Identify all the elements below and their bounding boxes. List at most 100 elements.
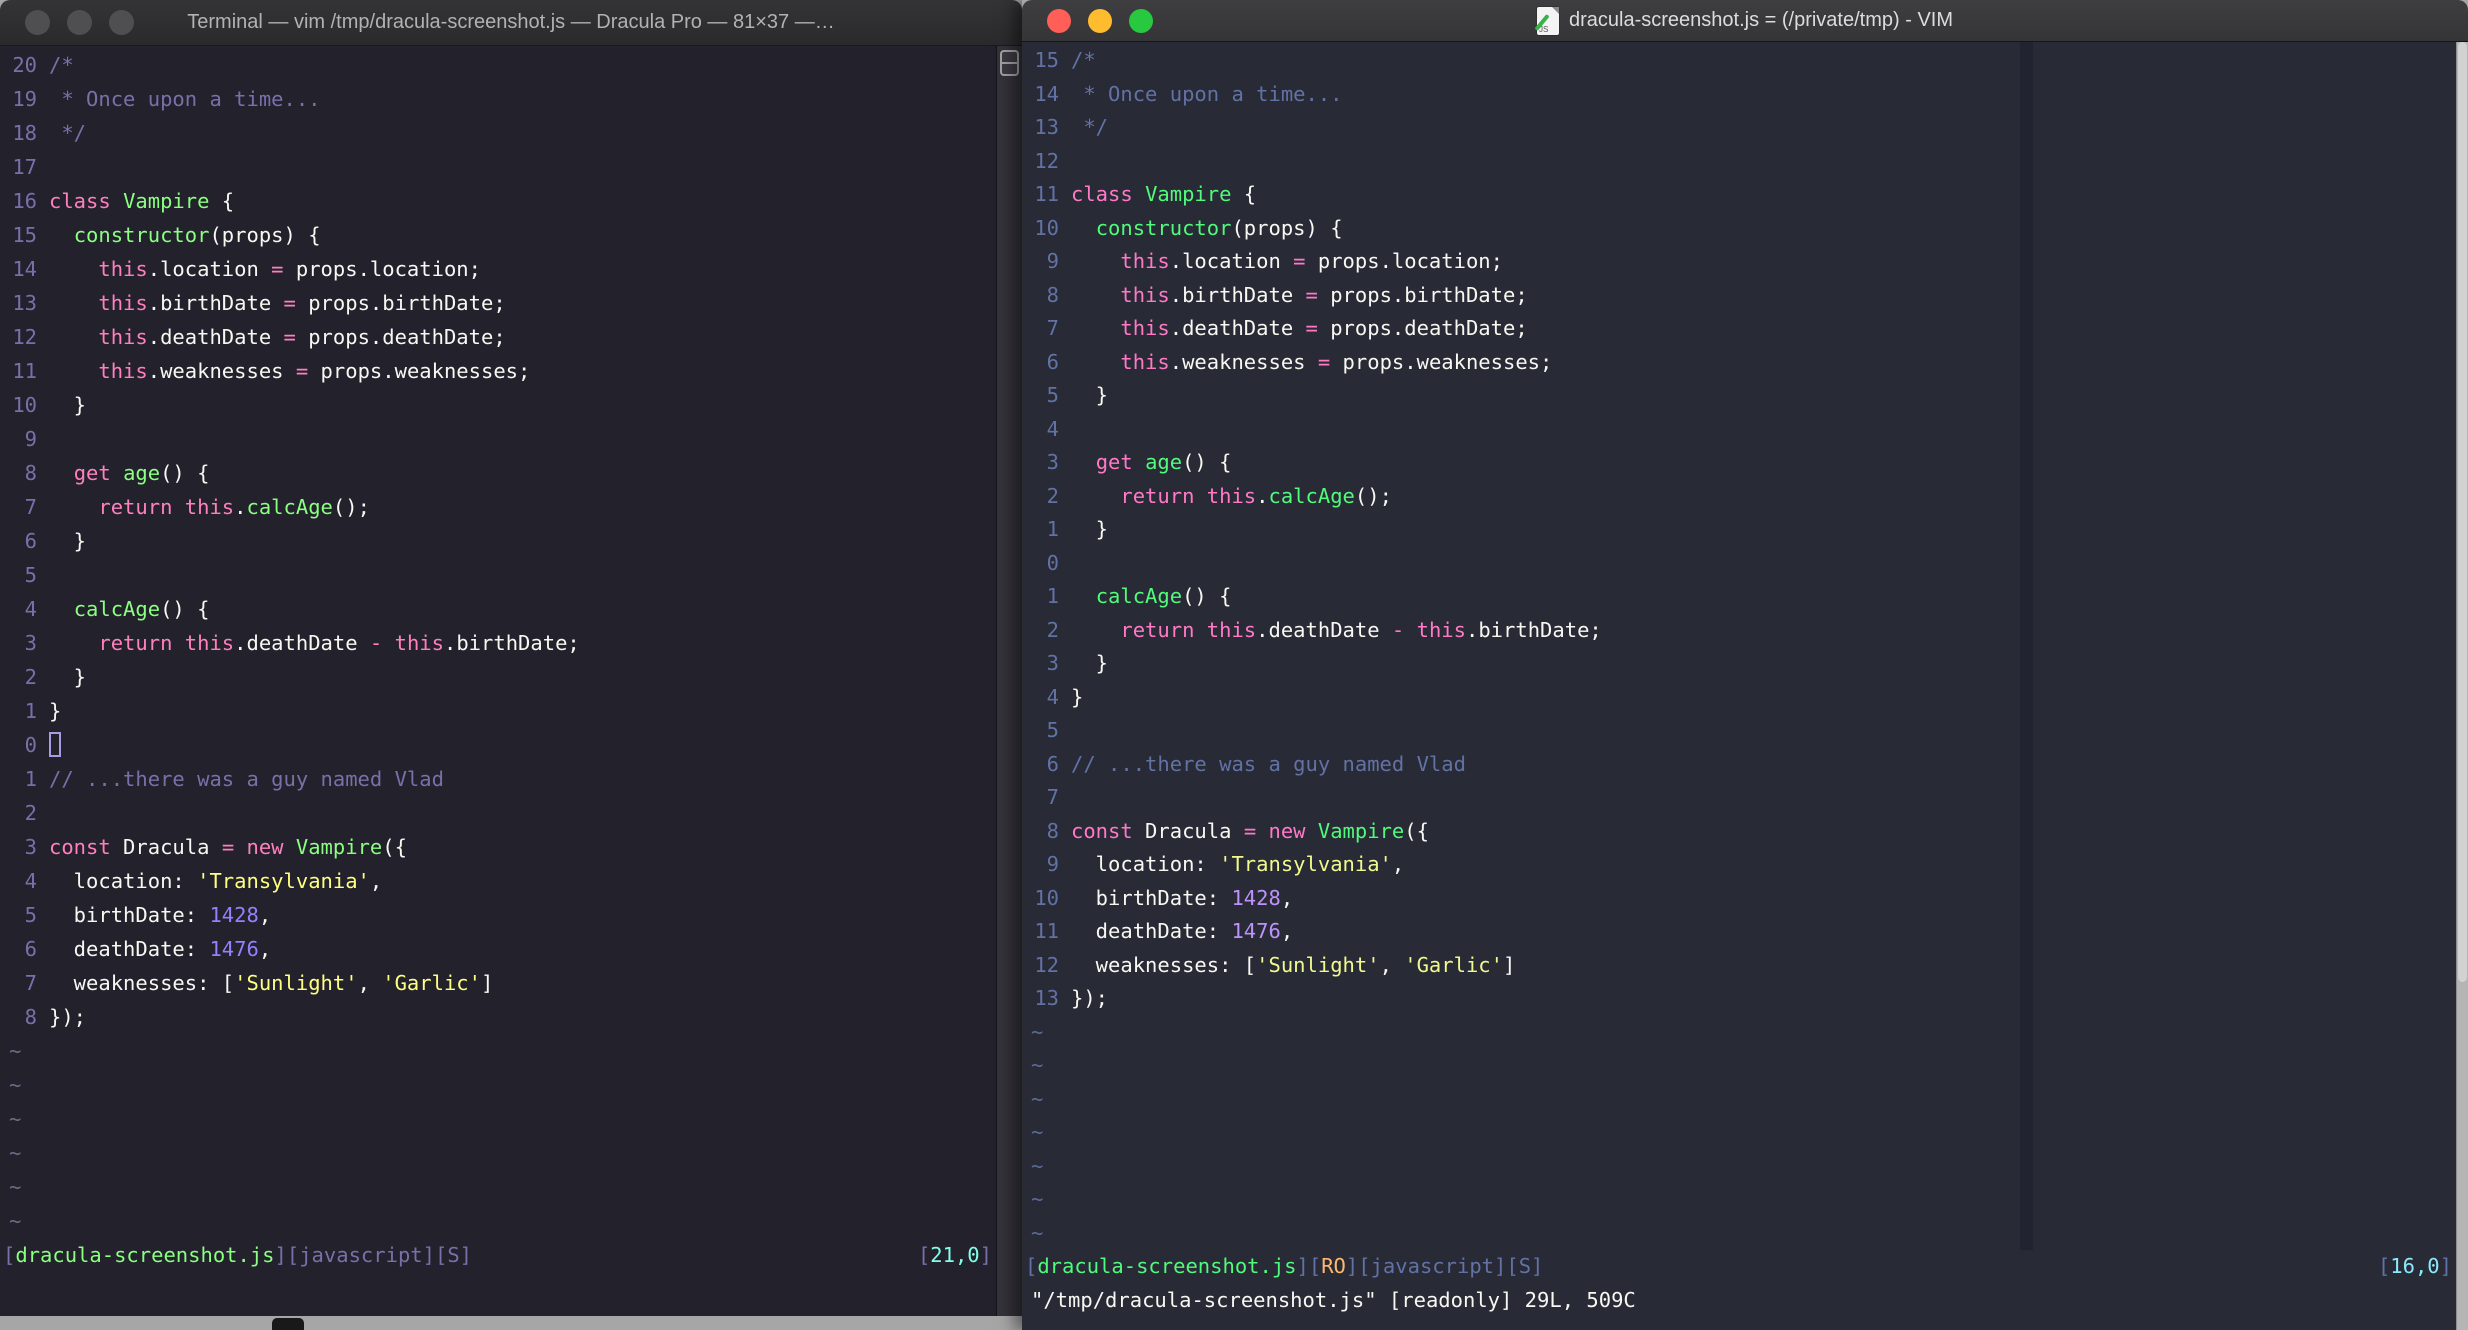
minimize-button[interactable]: [1088, 8, 1112, 33]
buffer-line[interactable]: 4 calcAge() {: [0, 592, 1022, 626]
line-number: 1: [24, 767, 37, 791]
buffer-line[interactable]: 3 }: [1022, 647, 2468, 681]
buffer-line[interactable]: 14 this.location = props.location;: [0, 252, 1022, 286]
buffer-line[interactable]: 13 this.birthDate = props.birthDate;: [0, 286, 1022, 320]
background-window-fragment: [272, 1318, 304, 1330]
code-text: }: [49, 660, 86, 694]
buffer-line[interactable]: 3 return this.deathDate - this.birthDate…: [0, 626, 1022, 660]
code-segment: deathDate:: [1071, 919, 1232, 943]
vim-buffer[interactable]: 15/* 14 * Once upon a time... 13 */ 12 11 cla…: [1022, 42, 2468, 1330]
buffer-line[interactable]: 11 class Vampire {: [1022, 178, 2468, 212]
buffer-line[interactable]: 5 }: [1022, 379, 2468, 413]
code-segment: props.location;: [283, 257, 481, 281]
buffer-line[interactable]: 9 location: 'Transylvania',: [1022, 848, 2468, 882]
code-segment: return: [98, 631, 173, 655]
buffer-line[interactable]: 0: [1022, 547, 2468, 581]
close-button[interactable]: [25, 10, 50, 35]
buffer-line[interactable]: 1 }: [1022, 513, 2468, 547]
line-number: 12: [12, 325, 37, 349]
buffer-line[interactable]: 12 this.deathDate = props.deathDate;: [0, 320, 1022, 354]
buffer-line[interactable]: 4 location: 'Transylvania',: [0, 864, 1022, 898]
buffer-line[interactable]: 2 }: [0, 660, 1022, 694]
buffer-line[interactable]: 13});: [1022, 982, 2468, 1016]
buffer-line[interactable]: 2 return this.deathDate - this.birthDate…: [1022, 614, 2468, 648]
minimize-button[interactable]: [67, 10, 92, 35]
buffer-line[interactable]: 4}: [1022, 681, 2468, 715]
buffer-line[interactable]: 15 /*: [1022, 44, 2468, 78]
buffer-line[interactable]: 9: [0, 422, 1022, 456]
buffer-line[interactable]: 17: [0, 150, 1022, 184]
code-segment: birthDate:: [1071, 885, 1232, 910]
terminal-scrollbar[interactable]: [996, 46, 1022, 1316]
terminal-titlebar[interactable]: Terminal — vim /tmp/dracula-screenshot.j…: [0, 0, 1022, 46]
buffer-line[interactable]: 7: [1022, 781, 2468, 815]
code-segment: this: [394, 631, 444, 655]
code-segment: }: [49, 699, 62, 723]
line-number: 13: [1034, 986, 1059, 1010]
vim-scrollbar[interactable]: [2456, 42, 2468, 1330]
buffer-line[interactable]: 6 this.weaknesses = props.weaknesses;: [1022, 346, 2468, 380]
buffer-line[interactable]: 2: [0, 796, 1022, 830]
buffer-line[interactable]: 5 birthDate: 1428,: [0, 898, 1022, 932]
line-number: 11: [1034, 919, 1059, 943]
code-segment: ,: [258, 903, 272, 927]
code-segment: .deathDate: [1169, 316, 1306, 340]
buffer-line[interactable]: 8 this.birthDate = props.birthDate;: [1022, 279, 2468, 313]
code-segment: S: [1518, 1254, 1532, 1278]
buffer-line[interactable]: 6 }: [0, 524, 1022, 558]
code-segment: dracula-screenshot.js: [1037, 1254, 1297, 1278]
buffer-line[interactable]: 8});: [0, 1000, 1022, 1034]
buffer-line[interactable]: 16 class Vampire {: [0, 184, 1022, 218]
buffer-line[interactable]: 13 */: [1022, 111, 2468, 145]
buffer-line[interactable]: 14 * Once upon a time...: [1022, 78, 2468, 112]
line-number: 5: [24, 563, 37, 587]
buffer-line[interactable]: 10 }: [0, 388, 1022, 422]
buffer-line[interactable]: 5: [1022, 714, 2468, 748]
buffer-line[interactable]: 7 weaknesses: ['Sunlight', 'Garlic']: [0, 966, 1022, 1000]
buffer-line[interactable]: 18 */: [0, 116, 1022, 150]
zoom-button[interactable]: [109, 10, 134, 35]
terminal-vim-buffer[interactable]: 20/* 19 * Once upon a time... 18 */17 16 cla…: [0, 46, 1022, 1316]
line-number: 12: [1034, 148, 1059, 173]
buffer-line[interactable]: 1}: [0, 694, 1022, 728]
buffer-line[interactable]: 12 weaknesses: ['Sunlight', 'Garlic']: [1022, 949, 2468, 983]
line-number: 3: [24, 835, 37, 859]
vim-titlebar[interactable]: JS dracula-screenshot.js = (/private/tmp…: [1022, 0, 2468, 42]
vim-scrollbar-thumb[interactable]: [2458, 42, 2467, 982]
buffer-line[interactable]: 7 this.deathDate = props.deathDate;: [1022, 312, 2468, 346]
document-icon: JS: [1534, 6, 1559, 35]
buffer-line[interactable]: 7 return this.calcAge();: [0, 490, 1022, 524]
buffer-line[interactable]: 5: [0, 558, 1022, 592]
buffer-line[interactable]: 3 get age() {: [1022, 446, 2468, 480]
buffer-line[interactable]: 15 constructor(props) {: [0, 218, 1022, 252]
close-button[interactable]: [1047, 8, 1071, 33]
buffer-line[interactable]: 9 this.location = props.location;: [1022, 245, 2468, 279]
buffer-line[interactable]: 0: [0, 728, 1022, 762]
buffer-line[interactable]: 10 constructor(props) {: [1022, 212, 2468, 246]
line-number: 15: [12, 223, 37, 247]
buffer-line[interactable]: 6 deathDate: 1476,: [0, 932, 1022, 966]
buffer-line[interactable]: 12: [1022, 145, 2468, 179]
buffer-line[interactable]: 11 this.weaknesses = props.weaknesses;: [0, 354, 1022, 388]
buffer-line[interactable]: 8 get age() {: [0, 456, 1022, 490]
code-text: // ...there was a guy named Vlad: [49, 762, 444, 796]
buffer-line[interactable]: 1 // ...there was a guy named Vlad: [0, 762, 1022, 796]
line-number: 3: [1046, 450, 1059, 474]
buffer-line[interactable]: 2 return this.calcAge();: [1022, 480, 2468, 514]
buffer-line[interactable]: 20 /*: [0, 48, 1022, 82]
buffer-line[interactable]: 10 birthDate: 1428,: [1022, 882, 2468, 916]
buffer-line[interactable]: 4: [1022, 413, 2468, 447]
buffer-line[interactable]: 6 // ...there was a guy named Vlad: [1022, 748, 2468, 782]
buffer-line[interactable]: 8 const Dracula = new Vampire({: [1022, 815, 2468, 849]
code-segment: (props) {: [209, 223, 321, 247]
buffer-line[interactable]: 11 deathDate: 1476,: [1022, 915, 2468, 949]
zoom-button[interactable]: [1129, 8, 1153, 33]
buffer-line[interactable]: 19 * Once upon a time...: [0, 82, 1022, 116]
buffer-line[interactable]: 3 const Dracula = new Vampire({: [0, 830, 1022, 864]
terminal-scrollbar-thumb[interactable]: [1000, 50, 1019, 76]
buffer-line[interactable]: 1 calcAge() {: [1022, 580, 2468, 614]
